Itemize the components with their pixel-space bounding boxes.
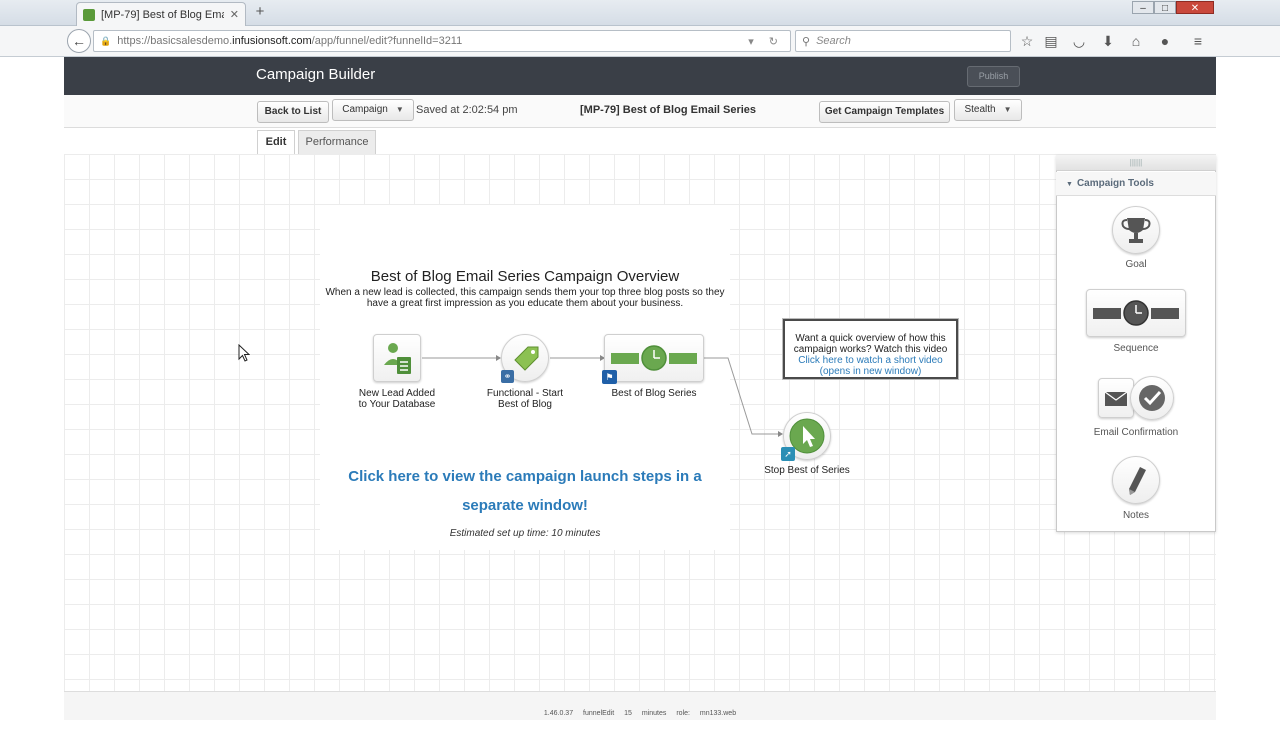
lead-label-line1: New Lead Added bbox=[358, 388, 436, 399]
sequence-node[interactable] bbox=[604, 334, 704, 382]
tool-notes[interactable] bbox=[1112, 456, 1160, 504]
tab-edit[interactable]: Edit bbox=[257, 130, 295, 154]
footer-duration: 15 minutes bbox=[624, 710, 667, 717]
envelope-icon bbox=[1104, 391, 1128, 406]
collapse-caret-icon: ▼ bbox=[1066, 181, 1073, 188]
email-box bbox=[1098, 378, 1134, 418]
lead-source-node[interactable] bbox=[373, 334, 421, 382]
checkmark-icon bbox=[1139, 385, 1165, 411]
tool-email-confirmation-label: Email Confirmation bbox=[1093, 427, 1179, 438]
stop-node-label: Stop Best of Series bbox=[764, 465, 850, 476]
launch-steps-link[interactable]: Click here to view the campaign launch s… bbox=[330, 462, 720, 520]
launch-link-line1: Click here to view the campaign launch s… bbox=[348, 468, 702, 485]
footer-page: funnelEdit bbox=[583, 710, 615, 717]
setup-time-estimate: Estimated set up time: 10 minutes bbox=[449, 528, 601, 539]
mouse-cursor-icon bbox=[238, 344, 250, 362]
video-question: Want a quick overview of how this campai… bbox=[793, 333, 948, 355]
new-lead-icon bbox=[384, 343, 411, 374]
tool-sequence[interactable] bbox=[1086, 289, 1186, 337]
panel-drag-handle[interactable]: |||||| bbox=[1056, 155, 1216, 171]
tool-notes-label: Notes bbox=[1122, 510, 1150, 521]
tool-email-confirmation[interactable] bbox=[1098, 376, 1174, 422]
lead-node-label: New Lead Added to Your Database bbox=[347, 388, 447, 410]
functional-label-line2: Best of Blog bbox=[498, 399, 552, 410]
series-node-label: Best of Blog Series bbox=[611, 388, 697, 399]
sequence-icon bbox=[1093, 300, 1179, 326]
trophy-icon bbox=[1121, 218, 1151, 243]
status-footer: 1.46.0.37 funnelEdit 15 minutes role: mn… bbox=[64, 691, 1216, 720]
footer-version: 1.46.0.37 bbox=[543, 710, 574, 717]
tool-goal[interactable] bbox=[1112, 206, 1160, 254]
link-badge-icon: ⚭ bbox=[501, 370, 514, 383]
campaign-tools-title: Campaign Tools bbox=[1076, 178, 1154, 189]
launch-link-line2: separate window! bbox=[462, 497, 588, 514]
video-overview-box: Want a quick overview of how this campai… bbox=[783, 319, 958, 379]
watch-video-link[interactable]: Click here to watch a short video (opens… bbox=[785, 355, 956, 377]
tool-goal-label: Goal bbox=[1125, 259, 1147, 270]
sequence-timer-icon bbox=[611, 345, 697, 371]
connector-series-to-stop bbox=[704, 357, 778, 435]
flag-badge-icon: ⚑ bbox=[602, 370, 617, 384]
campaign-tools-header[interactable]: ▼ Campaign Tools bbox=[1056, 172, 1216, 196]
lead-label-line2: to Your Database bbox=[358, 399, 436, 410]
functional-label-line1: Functional - Start bbox=[486, 388, 564, 399]
footer-role: role: mn133.web bbox=[676, 710, 737, 717]
check-circle bbox=[1130, 376, 1174, 420]
cursor-badge-icon: ➚ bbox=[781, 447, 795, 461]
pencil-icon bbox=[1129, 467, 1146, 495]
functional-node-label: Functional - Start Best of Blog bbox=[475, 388, 575, 410]
tool-sequence-label: Sequence bbox=[1113, 343, 1159, 354]
